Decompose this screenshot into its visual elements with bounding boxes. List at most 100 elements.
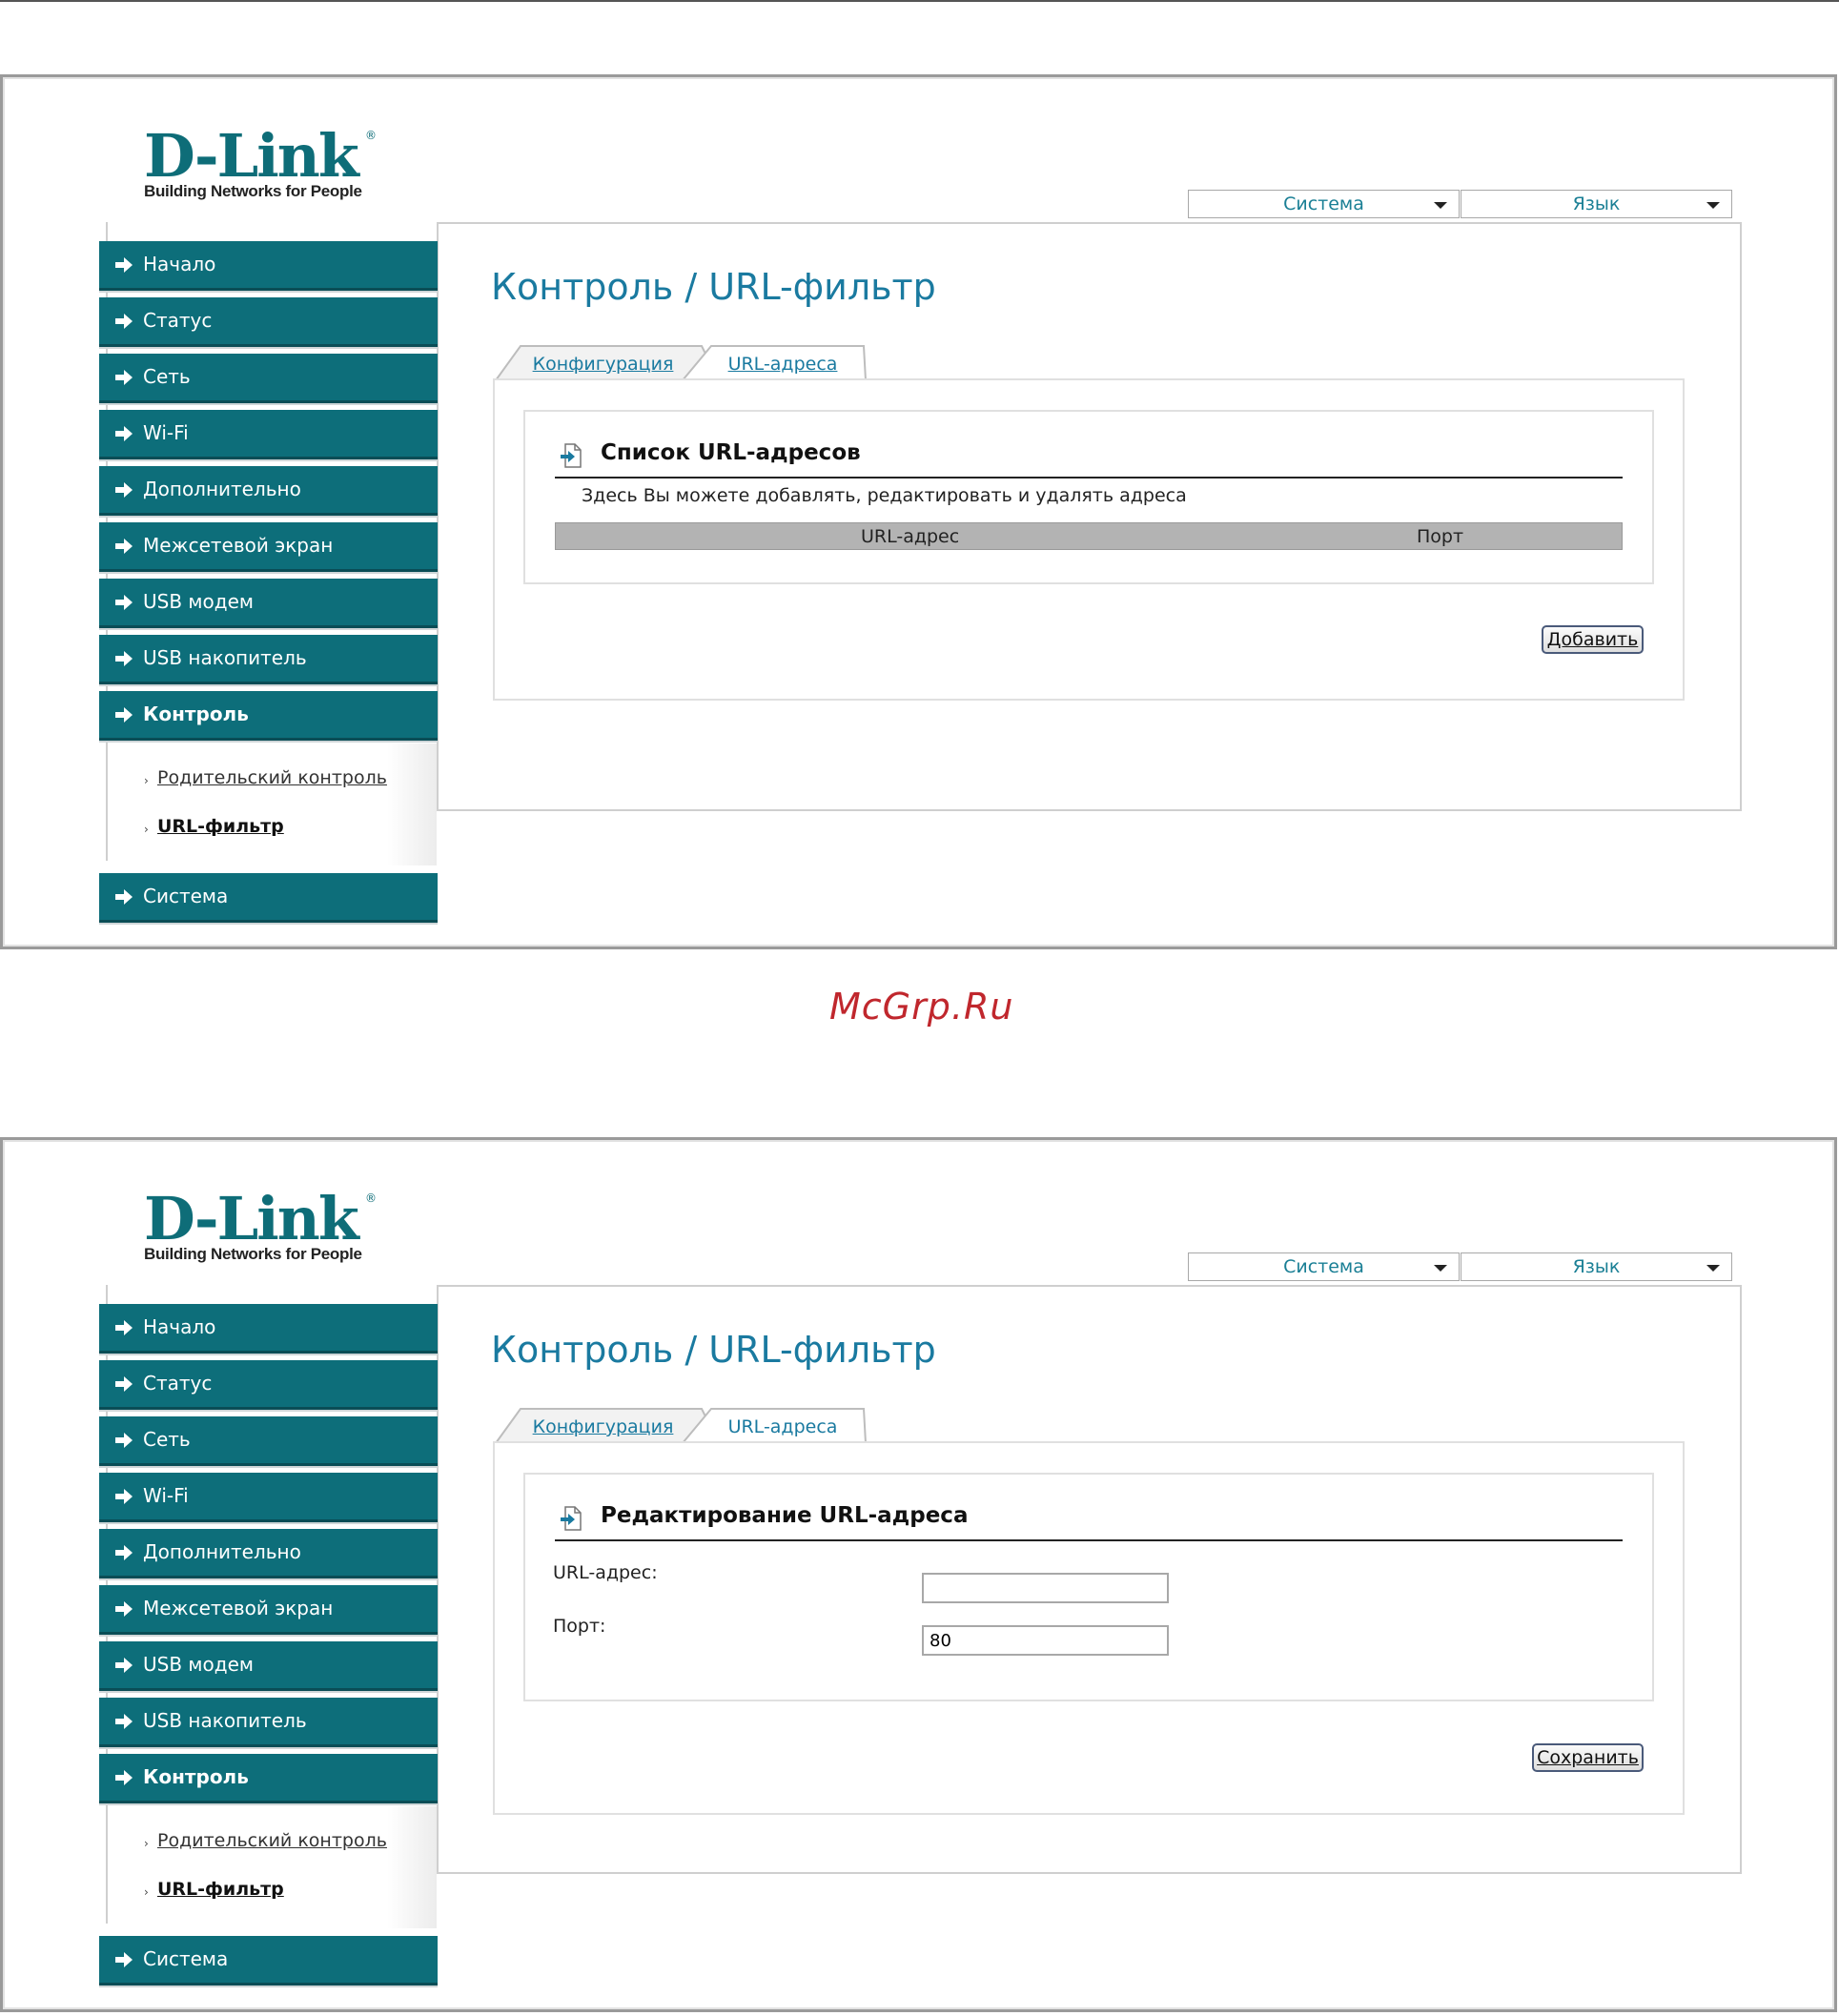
tab-url-addresses-label[interactable]: URL-адреса: [728, 354, 838, 375]
tab-configuration-label[interactable]: Конфигурация: [533, 354, 674, 375]
arrow-right-icon: [115, 1433, 133, 1448]
arrow-right-icon: [115, 1545, 133, 1560]
submenu-parental-control[interactable]: Родительский контроль: [157, 767, 387, 788]
logo-brand: D-Link: [144, 121, 359, 191]
sidebar-item-label: USB накопитель: [143, 646, 307, 669]
arrow-right-icon: [115, 707, 133, 723]
bullet-icon: ›: [144, 1837, 149, 1850]
logo-tagline: Building Networks for People: [144, 1245, 362, 1263]
sidebar-item-label: Начало: [143, 253, 216, 275]
url-input[interactable]: [922, 1573, 1169, 1603]
sidebar-item-network[interactable]: Сеть: [99, 1416, 438, 1466]
sidebar-item-start[interactable]: Начало: [99, 1304, 438, 1354]
sidebar-item-label: Сеть: [143, 365, 191, 388]
sidebar-item-usb-modem[interactable]: USB модем: [99, 579, 438, 628]
chevron-down-icon: [1434, 202, 1447, 209]
dlink-logo: D-Link ® Building Networks for People: [144, 1184, 377, 1264]
bullet-icon: ›: [144, 823, 149, 836]
submenu-parental-control[interactable]: Родительский контроль: [157, 1830, 387, 1851]
arrow-right-icon: [115, 651, 133, 666]
sidebar-item-usb-storage[interactable]: USB накопитель: [99, 635, 438, 684]
tab-configuration[interactable]: Конфигурация: [496, 345, 710, 379]
url-field-label: URL-адрес:: [553, 1562, 658, 1583]
document-arrow-icon: [561, 1506, 582, 1531]
system-dropdown-label: Система: [1283, 193, 1364, 214]
sidebar-item-control[interactable]: Контроль: [99, 1754, 438, 1803]
chevron-down-icon: [1434, 1265, 1447, 1272]
dlink-logo: D-Link ® Building Networks for People: [144, 121, 377, 201]
sidebar-item-label: Межсетевой экран: [143, 534, 334, 557]
arrow-right-icon: [115, 482, 133, 498]
sidebar-item-label: Начало: [143, 1315, 216, 1338]
screenshot-url-edit: D-Link ® Building Networks for People Си…: [0, 1137, 1837, 2012]
sidebar-item-usb-modem[interactable]: USB модем: [99, 1641, 438, 1691]
sidebar-item-firewall[interactable]: Межсетевой экран: [99, 1585, 438, 1635]
url-table-header: URL-адрес Порт: [555, 522, 1623, 550]
sidebar-item-label: Статус: [143, 1372, 213, 1395]
sidebar-item-status[interactable]: Статус: [99, 297, 438, 347]
control-submenu: › Родительский контроль › URL-фильтр: [108, 743, 437, 865]
sidebar-item-label: Контроль: [143, 1765, 249, 1788]
port-field-label: Порт:: [553, 1616, 606, 1637]
chevron-down-icon: [1706, 1265, 1720, 1272]
submenu-url-filter[interactable]: URL-фильтр: [157, 816, 284, 837]
arrow-right-icon: [115, 370, 133, 385]
bullet-icon: ›: [144, 1885, 149, 1899]
system-dropdown[interactable]: Система: [1188, 1252, 1460, 1281]
arrow-right-icon: [115, 257, 133, 273]
sidebar-item-system[interactable]: Система: [99, 873, 438, 923]
add-button[interactable]: Добавить: [1542, 625, 1644, 654]
tab-url-addresses[interactable]: URL-адреса: [702, 1408, 864, 1442]
sidebar-item-label: Дополнительно: [143, 478, 301, 500]
logo-tagline: Building Networks for People: [144, 182, 362, 200]
arrow-right-icon: [115, 595, 133, 610]
sidebar-item-label: Wi-Fi: [143, 1484, 189, 1507]
save-button[interactable]: Сохранить: [1532, 1743, 1644, 1772]
arrow-right-icon: [115, 1770, 133, 1785]
language-dropdown-label: Язык: [1572, 1256, 1621, 1277]
arrow-right-icon: [115, 889, 133, 905]
arrow-right-icon: [115, 539, 133, 554]
sidebar-item-advanced[interactable]: Дополнительно: [99, 466, 438, 516]
submenu-url-filter[interactable]: URL-фильтр: [157, 1879, 284, 1900]
chevron-down-icon: [1706, 202, 1720, 209]
tab-url-addresses[interactable]: URL-адреса: [702, 345, 864, 379]
logo-registered: ®: [365, 1191, 377, 1205]
logo-brand: D-Link: [144, 1184, 359, 1253]
sidebar-item-advanced[interactable]: Дополнительно: [99, 1529, 438, 1578]
document-arrow-icon: [561, 443, 582, 468]
tab-configuration-label[interactable]: Конфигурация: [533, 1416, 674, 1437]
sidebar-item-system[interactable]: Система: [99, 1936, 438, 1985]
sidebar-item-label: Дополнительно: [143, 1540, 301, 1563]
arrow-right-icon: [115, 1714, 133, 1729]
arrow-right-icon: [115, 314, 133, 329]
sidebar-item-status[interactable]: Статус: [99, 1360, 438, 1410]
sidebar-item-wifi[interactable]: Wi-Fi: [99, 410, 438, 459]
sidebar-item-usb-storage[interactable]: USB накопитель: [99, 1698, 438, 1747]
system-dropdown-label: Система: [1283, 1256, 1364, 1277]
port-input[interactable]: [922, 1625, 1169, 1656]
system-dropdown[interactable]: Система: [1188, 190, 1460, 218]
sidebar-item-start[interactable]: Начало: [99, 241, 438, 291]
sidebar-item-label: USB модем: [143, 1653, 254, 1676]
sidebar-item-label: Сеть: [143, 1428, 191, 1451]
language-dropdown[interactable]: Язык: [1461, 190, 1732, 218]
sidebar-item-label: Система: [143, 885, 229, 907]
section-title: Редактирование URL-адреса: [601, 1503, 969, 1528]
sidebar-item-label: USB модем: [143, 590, 254, 613]
tab-url-addresses-label[interactable]: URL-адреса: [728, 1416, 838, 1437]
section-description: Здесь Вы можете добавлять, редактировать…: [582, 485, 1187, 506]
arrow-right-icon: [115, 1376, 133, 1392]
section-divider: [555, 1539, 1623, 1541]
tab-configuration[interactable]: Конфигурация: [496, 1408, 710, 1442]
screenshot-url-list: D-Link ® Building Networks for People Си…: [0, 74, 1837, 949]
sidebar-item-control[interactable]: Контроль: [99, 691, 438, 741]
arrow-right-icon: [115, 426, 133, 441]
sidebar-item-firewall[interactable]: Межсетевой экран: [99, 522, 438, 572]
arrow-right-icon: [115, 1601, 133, 1617]
language-dropdown[interactable]: Язык: [1461, 1252, 1732, 1281]
sidebar-item-wifi[interactable]: Wi-Fi: [99, 1473, 438, 1522]
sidebar-item-network[interactable]: Сеть: [99, 354, 438, 403]
page-title: Контроль / URL-фильтр: [491, 1329, 936, 1371]
arrow-right-icon: [115, 1489, 133, 1504]
